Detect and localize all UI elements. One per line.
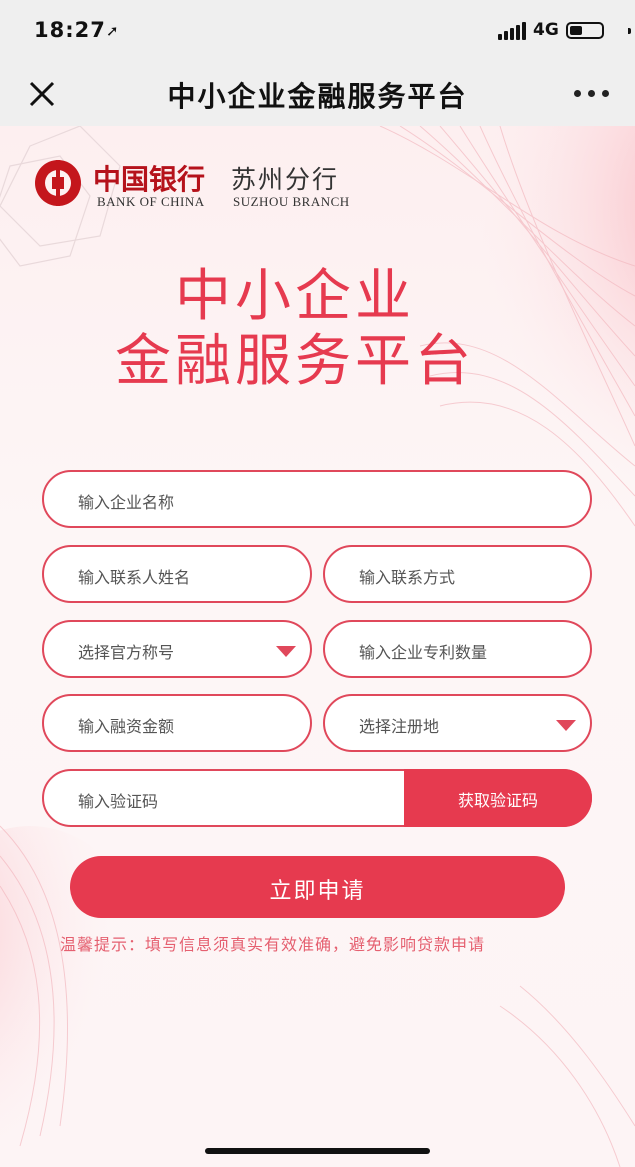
signal-icon xyxy=(498,22,526,40)
company-name-placeholder: 输入企业名称 xyxy=(78,493,175,512)
patent-count-placeholder: 输入企业专利数量 xyxy=(359,643,488,662)
notice-tip: 温馨提示：填写信息须真实有效准确，避免影响贷款申请 xyxy=(60,935,486,954)
company-name-input[interactable]: 输入企业名称 xyxy=(42,470,592,528)
contact-phone-input[interactable]: 输入联系方式 xyxy=(323,545,592,603)
status-time: 18:27 xyxy=(34,18,106,42)
dropdown-arrow-icon xyxy=(276,646,296,657)
submit-label: 立即申请 xyxy=(269,879,366,904)
contact-phone-placeholder: 输入联系方式 xyxy=(359,568,456,587)
branch-name-cn: 苏州分行 xyxy=(231,165,340,194)
home-indicator[interactable] xyxy=(205,1148,430,1154)
contact-name-placeholder: 输入联系人姓名 xyxy=(78,568,191,587)
dropdown-arrow-icon xyxy=(556,720,576,731)
verify-code-input[interactable]: 输入验证码 获取验证码 xyxy=(42,769,592,827)
submit-button[interactable]: 立即申请 xyxy=(70,856,565,918)
get-code-label: 获取验证码 xyxy=(457,791,538,810)
battery-icon xyxy=(566,22,631,39)
status-bar: 18:27 ➚ 4G xyxy=(0,0,635,62)
bank-emblem-icon xyxy=(35,160,81,206)
official-title-select[interactable]: 选择官方称号 xyxy=(42,620,312,678)
network-type: 4G xyxy=(533,20,559,40)
registration-region-select[interactable]: 选择注册地 xyxy=(323,694,592,752)
hero-title-line2: 金融服务平台 xyxy=(115,329,475,394)
verify-code-placeholder: 输入验证码 xyxy=(78,792,159,811)
official-title-placeholder: 选择官方称号 xyxy=(78,643,175,662)
nav-title: 中小企业金融服务平台 xyxy=(167,80,468,113)
bank-name-cn: 中国银行 xyxy=(93,163,206,196)
registration-region-placeholder: 选择注册地 xyxy=(359,717,440,736)
page-body: 中国银行 苏州分行 BANK OF CHINA SUZHOU BRANCH 中小… xyxy=(0,126,635,1167)
branch-name-en: SUZHOU BRANCH xyxy=(233,194,350,209)
contact-name-input[interactable]: 输入联系人姓名 xyxy=(42,545,312,603)
financing-amount-placeholder: 输入融资金额 xyxy=(78,717,175,736)
more-icon[interactable] xyxy=(572,90,612,100)
bank-name-en: BANK OF CHINA xyxy=(97,194,205,209)
bank-logo: 中国银行 苏州分行 BANK OF CHINA SUZHOU BRANCH xyxy=(35,156,365,212)
get-code-button[interactable]: 获取验证码 xyxy=(404,769,592,827)
nav-bar: 中小企业金融服务平台 xyxy=(0,62,635,126)
patent-count-input[interactable]: 输入企业专利数量 xyxy=(323,620,592,678)
location-arrow-icon: ➚ xyxy=(106,22,119,40)
financing-amount-input[interactable]: 输入融资金额 xyxy=(42,694,312,752)
